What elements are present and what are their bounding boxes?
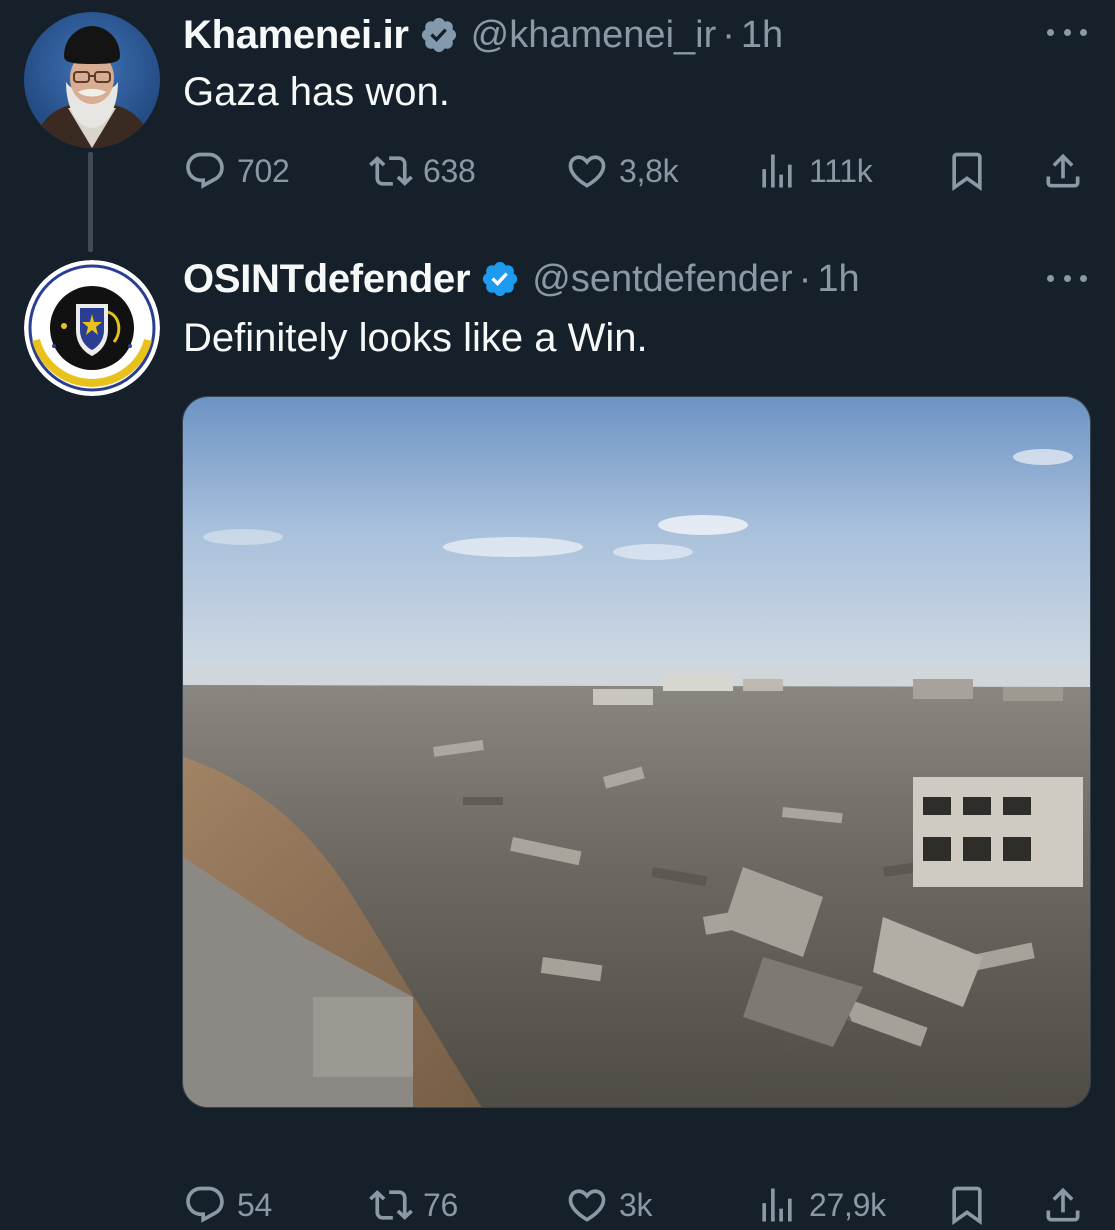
share-upload-icon <box>1041 149 1085 193</box>
bar-chart-icon <box>755 149 799 193</box>
repost-count: 76 <box>423 1186 458 1223</box>
repost-count: 638 <box>423 152 476 189</box>
reply-button[interactable]: 702 <box>183 146 290 196</box>
tweet-text: Gaza has won. <box>183 70 450 114</box>
bar-chart-icon <box>755 1183 799 1227</box>
like-count: 3k <box>619 1186 653 1223</box>
speech-bubble-icon <box>183 1183 227 1227</box>
like-count: 3,8k <box>619 152 679 189</box>
avatar-osintdefender[interactable] <box>24 260 160 396</box>
bookmark-button[interactable] <box>945 146 999 196</box>
share-upload-icon <box>1041 1183 1085 1227</box>
tweet-text: Definitely looks like a Win. <box>183 316 648 360</box>
repost-arrows-icon <box>369 1183 413 1227</box>
handle[interactable]: @sentdefender <box>532 258 792 301</box>
reply-count: 702 <box>237 152 290 189</box>
avatar-khamenei[interactable] <box>24 12 160 148</box>
verified-gray-badge-icon <box>421 17 456 53</box>
views-count: 111k <box>809 152 873 189</box>
thread-connector-line <box>88 152 93 252</box>
repost-button[interactable]: 76 <box>369 1180 458 1230</box>
reply-button[interactable]: 54 <box>183 1180 272 1230</box>
verified-blue-badge-icon <box>483 261 518 297</box>
more-dots-icon[interactable] <box>1047 268 1087 288</box>
more-dots-icon[interactable] <box>1047 22 1087 42</box>
bookmark-button[interactable] <box>945 1180 999 1230</box>
tweet-photo[interactable] <box>182 396 1091 1108</box>
display-name[interactable]: Khamenei.ir <box>183 13 409 58</box>
destroyed-city-photo <box>183 397 1090 1107</box>
reply-count: 54 <box>237 1186 272 1223</box>
tweet-header: OSINTdefender @sentdefender · 1h <box>183 254 860 304</box>
tweet-khamenei[interactable]: Khamenei.ir @khamenei_ir · 1h Gaza has w… <box>0 0 1115 252</box>
osint-logo-image <box>24 260 160 396</box>
speech-bubble-icon <box>183 149 227 193</box>
heart-icon <box>565 1183 609 1227</box>
bookmark-icon <box>945 1183 989 1227</box>
action-bar: 54 76 3k 27,9k <box>183 1180 1083 1230</box>
heart-icon <box>565 149 609 193</box>
views-button[interactable]: 27,9k <box>755 1180 886 1230</box>
like-button[interactable]: 3k <box>565 1180 653 1230</box>
share-button[interactable] <box>1041 1180 1095 1230</box>
portrait-image <box>24 12 160 148</box>
views-count: 27,9k <box>809 1186 886 1223</box>
handle[interactable]: @khamenei_ir <box>471 14 717 57</box>
tweet-header: Khamenei.ir @khamenei_ir · 1h <box>183 10 783 60</box>
separator-dot: · <box>798 257 812 300</box>
display-name[interactable]: OSINTdefender <box>183 257 471 302</box>
separator-dot: · <box>722 13 735 56</box>
repost-button[interactable]: 638 <box>369 146 476 196</box>
views-button[interactable]: 111k <box>755 146 873 196</box>
bookmark-icon <box>945 149 989 193</box>
timestamp[interactable]: 1h <box>741 14 783 57</box>
repost-arrows-icon <box>369 149 413 193</box>
action-bar: 702 638 3,8k 111k <box>183 146 1083 196</box>
like-button[interactable]: 3,8k <box>565 146 679 196</box>
share-button[interactable] <box>1041 146 1095 196</box>
timestamp[interactable]: 1h <box>817 258 859 301</box>
